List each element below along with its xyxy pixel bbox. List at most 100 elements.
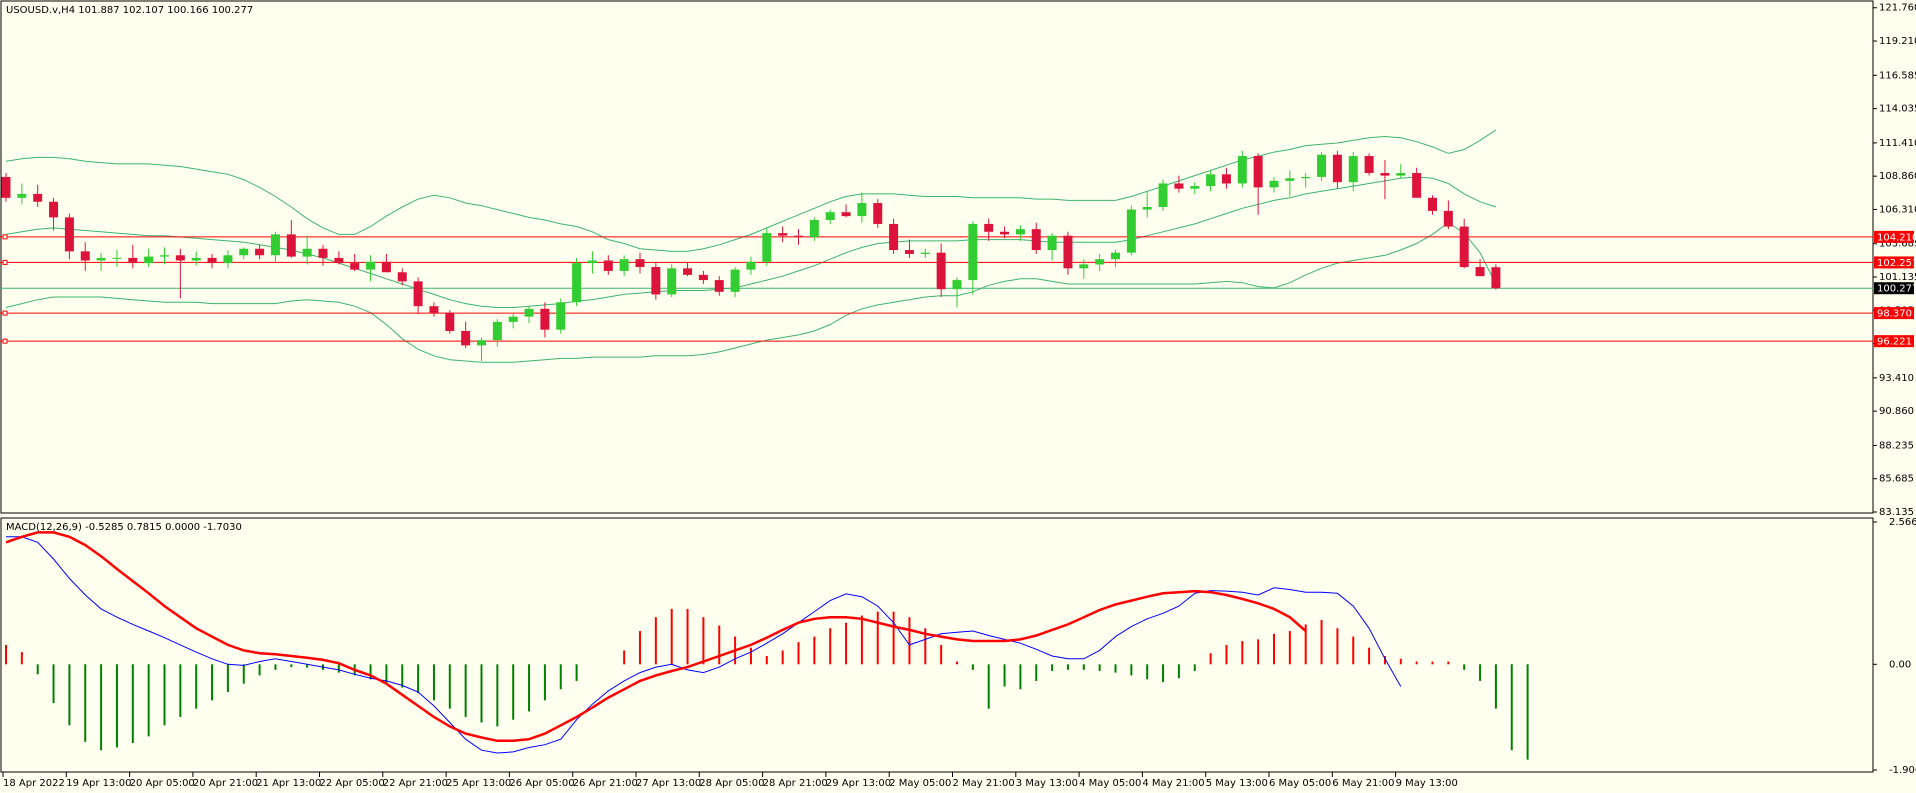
candle-bear: [1031, 229, 1041, 251]
time-tick-label: 29 Apr 13:00: [826, 778, 891, 789]
candle-bull: [1317, 154, 1327, 177]
candle-bear: [651, 267, 661, 295]
line-anchor: [2, 234, 8, 240]
candle-bull: [556, 302, 566, 330]
price-tick-label: 90.860: [1879, 406, 1914, 417]
line-anchor: [2, 310, 8, 316]
candle-bull: [1348, 156, 1358, 183]
candle-bear: [1000, 231, 1010, 235]
time-tick-label: 28 Apr 21:00: [763, 778, 828, 789]
candle-bear: [984, 223, 994, 232]
candle-bear: [1428, 197, 1437, 211]
candle-bull: [223, 255, 233, 264]
time-tick-label: 4 May 05:00: [1079, 778, 1141, 789]
candle-bull: [1095, 259, 1105, 265]
candle-bull: [1269, 180, 1279, 188]
candle-bull: [1015, 229, 1025, 235]
candle-bull: [492, 321, 502, 341]
candle-bull: [968, 223, 978, 281]
time-tick-label: 26 Apr 05:00: [509, 778, 574, 789]
candle-bear: [429, 306, 439, 313]
candle-bull: [572, 263, 582, 303]
time-tick-label: 27 Apr 13:00: [636, 778, 701, 789]
candle-bull: [1126, 209, 1136, 253]
time-tick-label: 22 Apr 05:00: [320, 778, 385, 789]
price-tick-label: 111.410: [1879, 138, 1916, 149]
candle-bull: [667, 268, 677, 295]
candle-bear: [445, 312, 455, 331]
time-tick-label: 9 May 13:00: [1396, 778, 1458, 789]
candle-bull: [191, 257, 201, 261]
chart-title: USOUSD.v,H4 101.887 102.107 100.166 100.…: [6, 5, 253, 16]
candle-bull: [1158, 183, 1168, 207]
time-tick-label: 4 May 21:00: [1142, 778, 1204, 789]
price-tick-label: 93.410: [1879, 373, 1914, 384]
time-tick-label: 19 Apr 13:00: [66, 778, 131, 789]
candle-bull: [1396, 173, 1406, 176]
price-tick-label: 108.860: [1879, 171, 1916, 182]
candle-bull: [17, 193, 27, 198]
candle-bear: [794, 235, 803, 237]
candle-bull: [508, 316, 518, 322]
candle-bear: [1253, 156, 1263, 188]
candle-bull: [96, 257, 106, 261]
candle-bull: [1142, 206, 1152, 210]
candle-bear: [841, 212, 851, 217]
candle-bear: [1412, 173, 1422, 198]
time-tick-label: 6 May 05:00: [1269, 778, 1331, 789]
candle-bull: [302, 248, 312, 257]
price-tick-label: 114.035: [1879, 104, 1916, 115]
candle-bull: [1190, 186, 1200, 189]
candle-bull: [160, 255, 169, 257]
hline-label: 102.251: [1877, 258, 1916, 269]
time-tick-label: 25 Apr 13:00: [446, 778, 511, 789]
candle-bear: [33, 193, 43, 202]
macd-tick-label: 2.5669: [1889, 517, 1916, 528]
candle-bear: [80, 251, 90, 261]
candle-bear: [936, 252, 946, 290]
candle-bear: [1174, 183, 1184, 189]
candle-bull: [809, 220, 819, 237]
candle-bear: [334, 257, 344, 264]
candle-bull: [1285, 178, 1295, 181]
candle-bear: [635, 259, 645, 268]
candle-bear: [1380, 173, 1390, 176]
macd-tick-label: -1.9064: [1889, 765, 1916, 776]
candle-bear: [1491, 267, 1501, 289]
candle-bear: [64, 217, 74, 252]
time-tick-label: 3 May 13:00: [1016, 778, 1078, 789]
candle-bull: [1237, 156, 1247, 184]
macd-tick-label: 0.00: [1889, 659, 1911, 670]
candle-bear: [714, 280, 724, 292]
candle-bull: [477, 340, 486, 346]
candle-bull: [1206, 174, 1216, 187]
time-tick-label: 26 Apr 21:00: [573, 778, 638, 789]
candle-bear: [778, 233, 788, 236]
time-tick-label: 21 Apr 13:00: [256, 778, 321, 789]
price-tick-label: 85.685: [1879, 474, 1914, 485]
candle-bear: [381, 261, 391, 273]
candle-bear: [255, 248, 265, 256]
hline-label: 98.370: [1877, 309, 1912, 320]
candle-bull: [1111, 252, 1120, 260]
time-tick-label: 22 Apr 21:00: [383, 778, 448, 789]
candle-bear: [904, 250, 914, 254]
time-tick-label: 20 Apr 21:00: [193, 778, 258, 789]
candle-bull: [1079, 264, 1089, 269]
time-tick-label: 2 May 21:00: [953, 778, 1015, 789]
candle-bull: [1047, 235, 1057, 251]
candle-bull: [730, 269, 740, 292]
candle-bear: [1, 176, 11, 198]
candle-bear: [889, 223, 899, 251]
time-tick-label: 2 May 05:00: [889, 778, 951, 789]
candle-bear: [683, 268, 693, 275]
price-tick-label: 106.310: [1879, 204, 1916, 215]
candle-bull: [762, 233, 772, 262]
line-anchor: [2, 259, 8, 265]
candle-bear: [397, 272, 407, 282]
hline-label: 96.221: [1877, 337, 1912, 348]
candle-bear: [540, 308, 550, 330]
candle-bull: [112, 257, 122, 259]
candle-bear: [603, 260, 613, 271]
candle-bull: [619, 259, 629, 271]
